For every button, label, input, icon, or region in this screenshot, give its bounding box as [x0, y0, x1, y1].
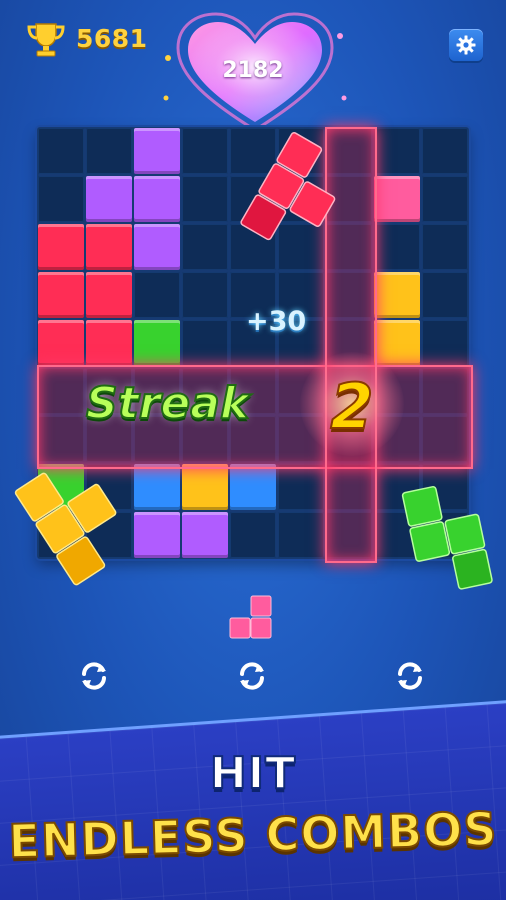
- board-cell-empty: [374, 128, 420, 174]
- tray-yellow-piece[interactable]: [0, 450, 150, 610]
- board-block: [374, 320, 420, 366]
- promo-banner: [0, 699, 506, 900]
- board-cell-empty: [422, 320, 468, 366]
- tray-green-piece[interactable]: [398, 470, 506, 640]
- rotate-button-3[interactable]: [392, 658, 428, 694]
- streak-label: Streak: [85, 377, 250, 430]
- floating-red-piece: [240, 132, 336, 241]
- board-cell-empty: [278, 512, 324, 558]
- board-block: [86, 224, 132, 270]
- board-block: [134, 128, 180, 174]
- gear-icon: [456, 35, 476, 55]
- banner-headline: HIT: [209, 747, 297, 800]
- board-block: [38, 272, 84, 318]
- board-block: [230, 464, 276, 510]
- board-cell-empty: [230, 512, 276, 558]
- board-block: [374, 272, 420, 318]
- score-popup: +30: [246, 306, 307, 337]
- board-cell-empty: [182, 176, 228, 222]
- best-score: 5681: [76, 24, 148, 53]
- board-block: [38, 224, 84, 270]
- current-score: 2182: [222, 58, 284, 83]
- board-cell-empty: [422, 176, 468, 222]
- tray-pink-piece[interactable]: [226, 592, 276, 642]
- board-block: [182, 512, 228, 558]
- board-block: [182, 464, 228, 510]
- board-cell-empty: [374, 224, 420, 270]
- board-block: [134, 320, 180, 366]
- board-cell-empty: [182, 320, 228, 366]
- rotate-button-2[interactable]: [234, 658, 270, 694]
- board-cell-empty: [182, 128, 228, 174]
- board-block: [134, 224, 180, 270]
- board-block: [134, 176, 180, 222]
- board-cell-empty: [278, 464, 324, 510]
- board-block: [38, 320, 84, 366]
- board-cell-empty: [38, 128, 84, 174]
- board-cell-empty: [86, 128, 132, 174]
- banner-grid-pattern: [0, 702, 506, 900]
- board-cell-empty: [422, 224, 468, 270]
- board-block: [86, 176, 132, 222]
- board-block: [86, 320, 132, 366]
- settings-button[interactable]: [449, 29, 483, 61]
- rotate-button-1[interactable]: [76, 658, 112, 694]
- board-cell-empty: [422, 128, 468, 174]
- board-block: [86, 272, 132, 318]
- game-screen: 5681 2182 +30 Streak 2 HIT ENDLESS COMBO…: [0, 0, 506, 900]
- board-cell-empty: [182, 272, 228, 318]
- streak-count: 2: [329, 369, 374, 444]
- board-cell-empty: [38, 176, 84, 222]
- board-cell-empty: [422, 272, 468, 318]
- board-cell-empty: [134, 272, 180, 318]
- board-cell-empty: [182, 224, 228, 270]
- board-block: [374, 176, 420, 222]
- trophy-icon: [27, 23, 65, 57]
